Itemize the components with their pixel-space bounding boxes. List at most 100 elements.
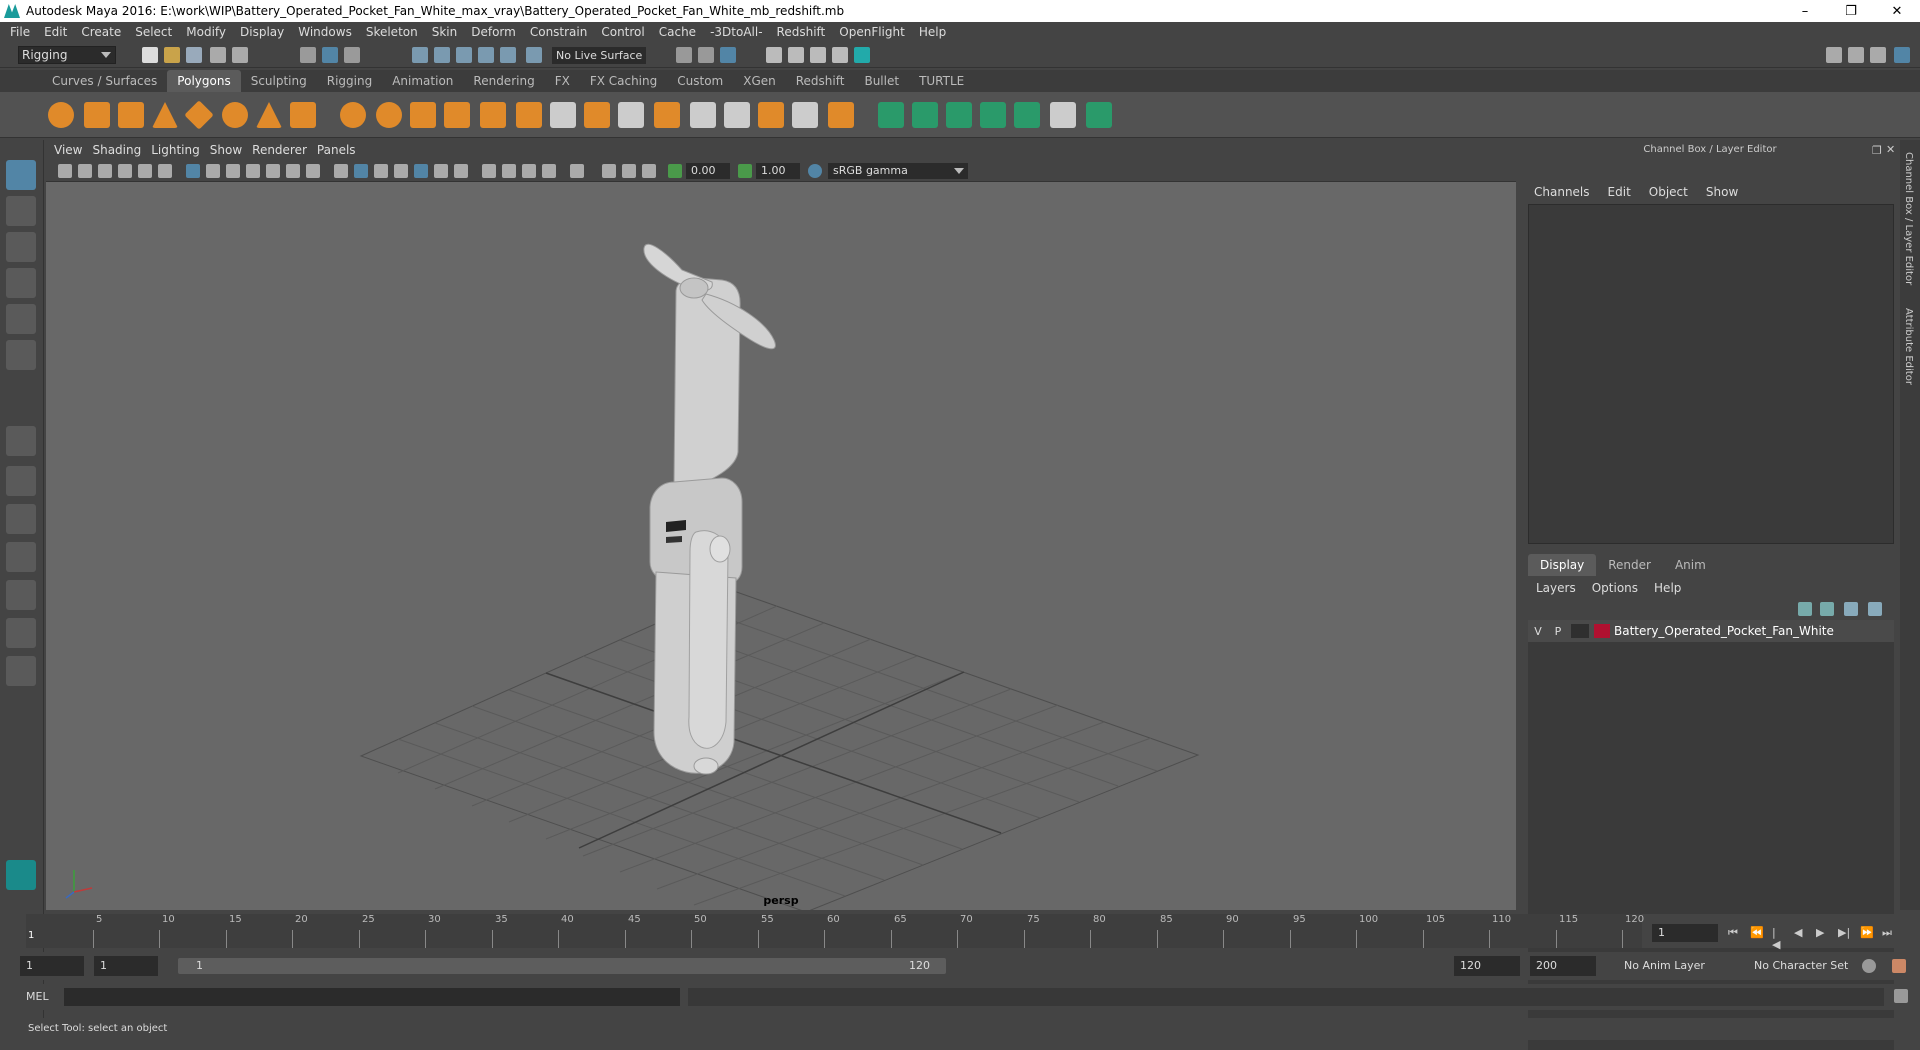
menu-select[interactable]: Select bbox=[131, 25, 182, 39]
backface-culling-icon[interactable] bbox=[642, 164, 656, 178]
animation-preferences-icon[interactable] bbox=[1892, 959, 1906, 973]
combine-icon[interactable] bbox=[340, 102, 366, 128]
gate-mask-icon[interactable] bbox=[246, 164, 260, 178]
insert-edge-loop-icon[interactable] bbox=[724, 102, 750, 128]
single-perspective-layout-icon[interactable] bbox=[6, 426, 36, 456]
select-hierarchy-icon[interactable] bbox=[300, 47, 316, 63]
layer-visibility-toggle[interactable]: V bbox=[1528, 625, 1548, 638]
move-tool-icon[interactable] bbox=[6, 268, 36, 298]
poly-torus-icon[interactable] bbox=[222, 102, 248, 128]
step-forward-icon[interactable]: ⏩ bbox=[1860, 927, 1874, 939]
uv-planar-icon[interactable] bbox=[878, 102, 904, 128]
time-ruler[interactable]: 1 5 10 15 20 25 30 35 40 45 50 55 60 65 70 75 80 85 90 95 1… bbox=[26, 914, 1644, 948]
smooth-shade-icon[interactable] bbox=[354, 164, 368, 178]
shelf-tab-xgen[interactable]: XGen bbox=[733, 70, 786, 92]
character-set-dropdown[interactable]: No Character Set bbox=[1754, 956, 1874, 976]
resolution-gate-icon[interactable] bbox=[226, 164, 240, 178]
menu-skeleton[interactable]: Skeleton bbox=[362, 25, 428, 39]
poly-cube-icon[interactable] bbox=[84, 102, 110, 128]
shadows-icon[interactable] bbox=[454, 164, 468, 178]
menu-skin[interactable]: Skin bbox=[428, 25, 468, 39]
restore-button[interactable]: ❐ bbox=[1828, 4, 1874, 19]
motion-blur-icon[interactable] bbox=[502, 164, 516, 178]
shelf-tab-animation[interactable]: Animation bbox=[382, 70, 463, 92]
play-forward-icon[interactable]: ▶ bbox=[1816, 927, 1828, 939]
menu-3dtoall[interactable]: -3DtoAll- bbox=[706, 25, 772, 39]
minimize-button[interactable]: – bbox=[1782, 4, 1828, 19]
menu-create[interactable]: Create bbox=[77, 25, 131, 39]
fill-hole-icon[interactable] bbox=[654, 102, 680, 128]
exposure-field[interactable]: 0.00 bbox=[686, 163, 730, 179]
menu-edit[interactable]: Edit bbox=[40, 25, 77, 39]
target-weld-icon[interactable] bbox=[690, 102, 716, 128]
shelf-tab-fx[interactable]: FX bbox=[545, 70, 580, 92]
ambient-occlusion-icon[interactable] bbox=[482, 164, 496, 178]
poly-sphere-icon[interactable] bbox=[48, 102, 74, 128]
use-all-lights-icon[interactable] bbox=[434, 164, 448, 178]
channel-box-toggle-icon[interactable] bbox=[1894, 47, 1910, 63]
viewport-menu-panels[interactable]: Panels bbox=[317, 143, 366, 157]
collapse-layout-icon[interactable] bbox=[6, 656, 36, 686]
make-live-icon[interactable] bbox=[526, 47, 542, 63]
go-to-start-icon[interactable]: ⏮ bbox=[1728, 927, 1740, 939]
menu-set-dropdown[interactable]: Rigging bbox=[18, 46, 116, 64]
poly-pyramid-icon[interactable] bbox=[256, 102, 282, 128]
safe-action-icon[interactable] bbox=[286, 164, 300, 178]
side-tab-attribute-editor[interactable]: Attribute Editor bbox=[1903, 308, 1914, 385]
shelf-tab-rigging[interactable]: Rigging bbox=[317, 70, 382, 92]
menu-file[interactable]: File bbox=[6, 25, 40, 39]
depth-of-field-icon[interactable] bbox=[542, 164, 556, 178]
quad-draw-icon[interactable] bbox=[792, 102, 818, 128]
viewport-menu-show[interactable]: Show bbox=[210, 143, 252, 157]
anim-layer-dropdown[interactable]: No Anim Layer bbox=[1624, 956, 1744, 976]
menu-redshift[interactable]: Redshift bbox=[773, 25, 836, 39]
snap-curve-icon[interactable] bbox=[434, 47, 450, 63]
new-layer-icon[interactable] bbox=[1844, 602, 1858, 616]
menu-modify[interactable]: Modify bbox=[182, 25, 236, 39]
menu-constrain[interactable]: Constrain bbox=[526, 25, 598, 39]
play-backward-icon[interactable]: ◀ bbox=[1794, 927, 1806, 939]
extrude-icon[interactable] bbox=[584, 102, 610, 128]
side-tab-channel-box[interactable]: Channel Box / Layer Editor bbox=[1903, 152, 1914, 285]
layer-tab-display[interactable]: Display bbox=[1528, 554, 1597, 576]
command-input[interactable] bbox=[64, 988, 680, 1006]
menu-display[interactable]: Display bbox=[236, 25, 294, 39]
bookmark-icon[interactable] bbox=[98, 164, 112, 178]
isolate-select-icon[interactable] bbox=[570, 164, 584, 178]
poly-pipe-icon[interactable] bbox=[290, 102, 316, 128]
paint-select-icon[interactable] bbox=[6, 232, 36, 262]
auto-key-icon[interactable] bbox=[1862, 959, 1876, 973]
viewport-menu-view[interactable]: View bbox=[54, 143, 92, 157]
two-d-pan-zoom-icon[interactable] bbox=[138, 164, 152, 178]
poly-cylinder-icon[interactable] bbox=[118, 102, 144, 128]
shelf-tab-fx-caching[interactable]: FX Caching bbox=[580, 70, 667, 92]
animation-end-field[interactable]: 200 bbox=[1530, 956, 1596, 976]
menu-control[interactable]: Control bbox=[597, 25, 654, 39]
undo-icon[interactable] bbox=[210, 47, 226, 63]
new-layer-selected-icon[interactable] bbox=[1868, 602, 1882, 616]
hypershade-icon[interactable] bbox=[854, 47, 870, 63]
uv-automatic-icon[interactable] bbox=[980, 102, 1006, 128]
playback-start-field[interactable]: 1 bbox=[94, 956, 158, 976]
float-panel-icon[interactable]: ❐ bbox=[1872, 144, 1882, 157]
step-back-key-icon[interactable]: |◀ bbox=[1772, 927, 1784, 951]
append-polygon-icon[interactable] bbox=[618, 102, 644, 128]
open-scene-icon[interactable] bbox=[164, 47, 180, 63]
shelf-tab-sculpting[interactable]: Sculpting bbox=[241, 70, 317, 92]
shelf-tab-rendering[interactable]: Rendering bbox=[463, 70, 544, 92]
uv-spherical-icon[interactable] bbox=[946, 102, 972, 128]
channel-menu-object[interactable]: Object bbox=[1649, 185, 1706, 199]
safe-title-icon[interactable] bbox=[306, 164, 320, 178]
uv-checker-icon[interactable] bbox=[1050, 102, 1076, 128]
side-by-side-layout-icon[interactable] bbox=[6, 504, 36, 534]
image-plane-icon[interactable] bbox=[118, 164, 132, 178]
view-transform-dropdown[interactable]: sRGB gamma bbox=[828, 163, 968, 179]
shelf-tab-bullet[interactable]: Bullet bbox=[854, 70, 909, 92]
xray-icon[interactable] bbox=[602, 164, 616, 178]
menu-deform[interactable]: Deform bbox=[467, 25, 526, 39]
attribute-editor-toggle-icon[interactable] bbox=[1848, 47, 1864, 63]
lasso-tool-icon[interactable] bbox=[6, 196, 36, 226]
textured-icon[interactable] bbox=[414, 164, 428, 178]
xray-joints-icon[interactable] bbox=[622, 164, 636, 178]
snap-grid-icon[interactable] bbox=[412, 47, 428, 63]
